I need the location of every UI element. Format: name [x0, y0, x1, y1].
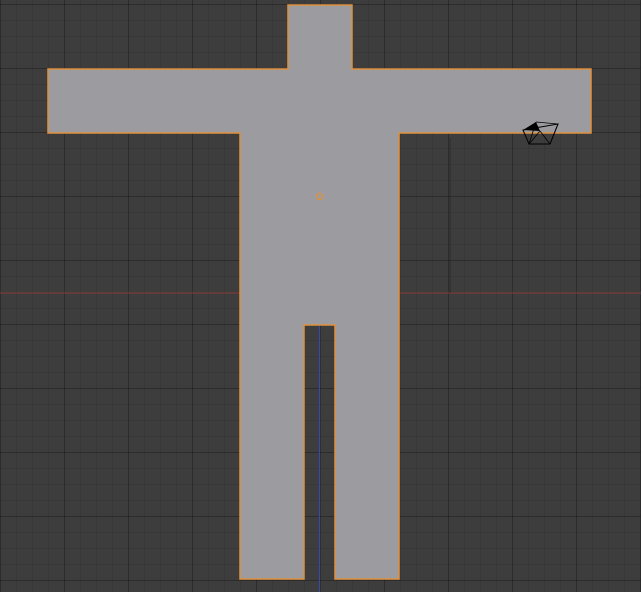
3d-viewport[interactable]	[0, 0, 641, 592]
scene-canvas[interactable]	[0, 0, 641, 592]
